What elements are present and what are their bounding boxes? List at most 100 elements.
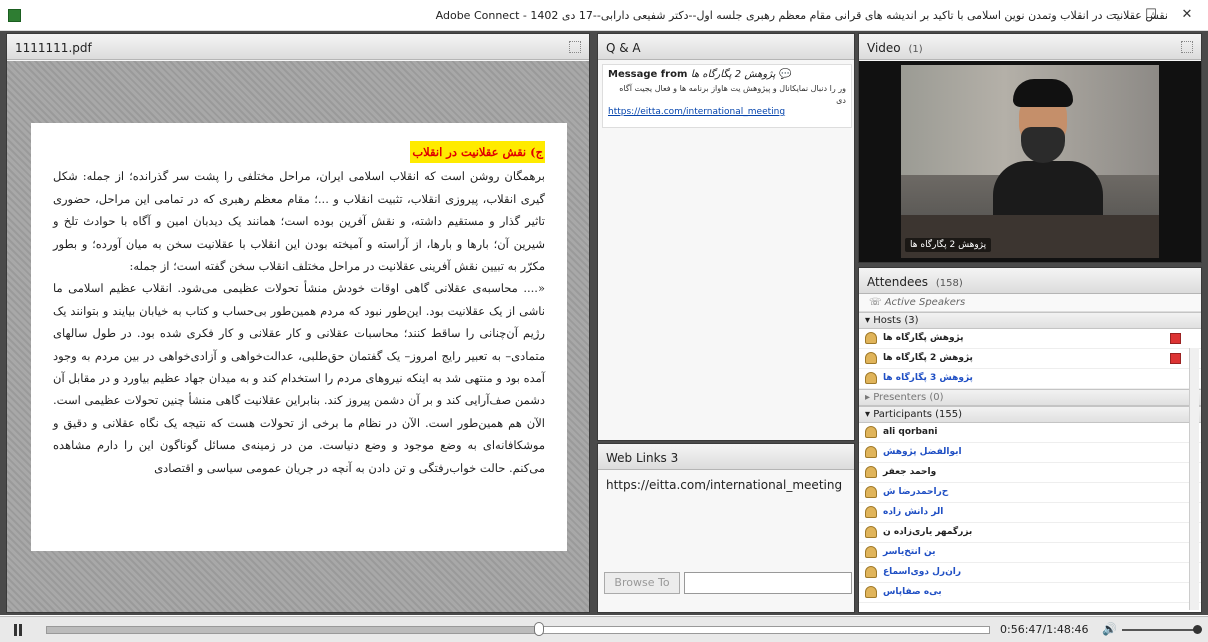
web-links-pod: Web Links 3 https://eitta.com/internatio… (597, 443, 855, 613)
close-button[interactable]: ✕ (1172, 5, 1202, 25)
maximize-pod-icon[interactable] (1181, 41, 1193, 53)
volume-slider[interactable] (1122, 625, 1202, 634)
browse-bar: Browse To (604, 572, 852, 594)
host-row[interactable]: پژوهش 2 پگارگاه ها (859, 349, 1201, 369)
host-role-icon (1170, 333, 1181, 344)
attendee-name: واحمد جعفر (883, 467, 937, 477)
message-sender: پژوهش 2 پگارگاه ها (690, 69, 776, 80)
participant-row[interactable]: الر دانش زاده (859, 503, 1201, 523)
attendee-name: بی‌ه صفاپاس (883, 587, 942, 597)
message-body: ور را دنبال نمایکانال و پیژوهش یت هاواز … (619, 84, 846, 105)
hosts-list: پژوهش پگارگاه ها پژوهش 2 پگارگاه ها پژوهش … (859, 329, 1201, 389)
participant-row[interactable]: ران‌رل دوی‌اسماع (859, 563, 1201, 583)
presenters-group[interactable]: ▸ Presenters (0) (859, 389, 1201, 406)
video-feed: پژوهش 2 پگارگاه ها (901, 65, 1159, 258)
user-icon (865, 446, 877, 458)
user-icon (865, 426, 877, 438)
web-links-title: Web Links (606, 451, 667, 465)
attendee-name: ali qorbani (883, 427, 938, 437)
participants-label: Participants (155) (873, 409, 963, 420)
document-canvas[interactable]: ج) نقش عقلانیت در انقلاب برهمگان روشن اس… (7, 61, 589, 612)
seek-track[interactable] (46, 622, 990, 636)
message-from-label: Message from (608, 69, 688, 80)
minimize-button[interactable]: – (1100, 5, 1130, 25)
section-heading: ج) نقش عقلانیت در انقلاب (410, 141, 545, 164)
host-row[interactable]: پژوهش 3 پگارگاه ها (859, 369, 1201, 389)
user-icon (865, 486, 877, 498)
message-link[interactable]: https://eitta.com/international_meeting (608, 107, 785, 117)
pod-header: Q & A (598, 34, 854, 60)
volume-handle[interactable] (1193, 625, 1202, 634)
user-icon (865, 352, 877, 364)
window-title: نقش عقلانیت در انقلاب وتمدن نوین اسلامی … (435, 9, 1168, 22)
attendees-scrollbar[interactable] (1189, 348, 1199, 610)
attendee-name: ین انتخ‌یاسر (883, 547, 936, 557)
host-role-icon (1170, 353, 1181, 364)
speaker-icon: ☏ (869, 297, 882, 308)
participant-row[interactable]: بی‌ه صفاپاس (859, 583, 1201, 603)
video-title: Video (867, 41, 901, 55)
maximize-button[interactable]: ☐ (1136, 5, 1166, 25)
user-icon (865, 526, 877, 538)
qa-title: Q & A (606, 41, 641, 55)
participant-row[interactable]: بزرگمهر یاری‌زاده ن (859, 523, 1201, 543)
attendee-name: ابوالفضل پژوهش (883, 447, 962, 457)
web-links-count: 3 (670, 451, 679, 465)
host-row[interactable]: پژوهش پگارگاه ها (859, 329, 1201, 349)
pdf-filename: 1111111.pdf (15, 41, 92, 55)
attendee-name: ران‌رل دوی‌اسماع (883, 567, 962, 577)
participant-row[interactable]: ح‌راحمدرضا ش (859, 483, 1201, 503)
playback-bar: 0:56:47/1:48:46 🔊 (0, 616, 1208, 642)
participant-row[interactable]: ali qorbani (859, 423, 1201, 443)
paragraph-1: برهمگان روشن است که انقلاب اسلامی ایران،… (53, 169, 545, 274)
message-header: Message from پژوهش 2 پگارگاه ها 💬 (608, 69, 846, 80)
user-icon (865, 566, 877, 578)
participants-list: ali qorbani ابوالفضل پژوهش واحمد جعفر ح‌راح… (859, 423, 1201, 603)
pod-header: 1111111.pdf (7, 34, 589, 60)
participant-row[interactable]: ین انتخ‌یاسر (859, 543, 1201, 563)
attendee-name: پژوهش پگارگاه ها (883, 333, 964, 343)
browse-to-button[interactable]: Browse To (604, 572, 680, 594)
user-icon (865, 372, 877, 384)
hosts-group[interactable]: ▾ Hosts (3) (859, 312, 1201, 329)
user-icon (865, 466, 877, 478)
pdf-page: ج) نقش عقلانیت در انقلاب برهمگان روشن اس… (31, 123, 567, 551)
pod-header: Web Links 3 (598, 444, 854, 470)
timecode: 0:56:47/1:48:46 (1000, 623, 1089, 636)
presenters-label: Presenters (0) (873, 392, 944, 403)
active-speakers-label: Active Speakers (884, 297, 966, 308)
paragraph-2: «.... محاسبه‌ی عقلانی گاهی اوقات خودش من… (53, 281, 545, 475)
attendee-name: الر دانش زاده (883, 507, 944, 517)
user-icon (865, 332, 877, 344)
seek-handle[interactable] (533, 622, 544, 636)
attendee-name: پژوهش 3 پگارگاه ها (883, 373, 973, 383)
speech-bubble-icon: 💬 (778, 69, 792, 80)
adobe-connect-app-icon (8, 9, 21, 22)
volume-icon[interactable]: 🔊 (1102, 622, 1117, 636)
web-link-item[interactable]: https://eitta.com/international_meeting (598, 470, 854, 500)
qa-message: Message from پژوهش 2 پگارگاه ها 💬 ور را … (602, 64, 852, 128)
participant-row[interactable]: ابوالفضل پژوهش (859, 443, 1201, 463)
user-icon (865, 506, 877, 518)
seek-progress (47, 627, 539, 633)
pod-header: Attendees (158) (859, 268, 1201, 294)
qa-pod: Q & A Message from پژوهش 2 پگارگاه ها 💬 … (597, 33, 855, 441)
participant-row[interactable]: واحمد جعفر (859, 463, 1201, 483)
attendee-name: پژوهش 2 پگارگاه ها (883, 353, 973, 363)
attendee-name: بزرگمهر یاری‌زاده ن (883, 527, 973, 537)
video-caption: پژوهش 2 پگارگاه ها (905, 238, 992, 252)
video-count: (1) (908, 44, 923, 55)
participants-group[interactable]: ▾ Participants (155) (859, 406, 1201, 423)
pause-icon[interactable] (12, 624, 24, 636)
hosts-label: Hosts (3) (873, 315, 919, 326)
share-pod-pdf: 1111111.pdf ج) نقش عقلانیت در انقلاب بره… (6, 33, 590, 613)
video-pod: Video (1) پژوهش 2 پگارگاه ها (858, 33, 1202, 263)
speaker-turban (1013, 79, 1073, 107)
user-icon (865, 586, 877, 598)
maximize-pod-icon[interactable] (569, 41, 581, 53)
url-input[interactable] (684, 572, 852, 594)
window-title-bar: نقش عقلانیت در انقلاب وتمدن نوین اسلامی … (0, 0, 1208, 31)
active-speakers: ☏ Active Speakers (859, 294, 1201, 312)
attendees-pod: Attendees (158) ☏ Active Speakers ▾ Host… (858, 267, 1202, 613)
video-screen[interactable]: پژوهش 2 پگارگاه ها (859, 61, 1201, 262)
